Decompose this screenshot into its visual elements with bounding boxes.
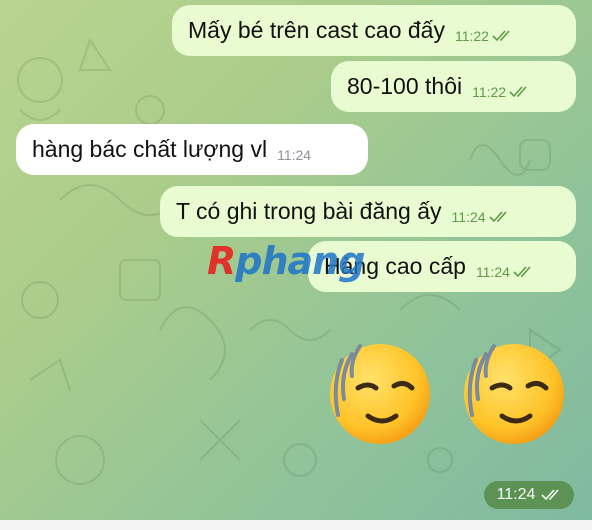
message-time: 11:24: [451, 208, 486, 225]
bottom-divider: [0, 520, 592, 530]
relieved-face-sweat-emoji[interactable]: [322, 338, 434, 448]
double-check-icon: [509, 85, 527, 97]
message-text: T có ghi trong bài đăng ấy: [176, 198, 442, 224]
double-check-icon: [541, 489, 560, 501]
message-bubble-outgoing[interactable]: T có ghi trong bài đăng ấy 11:24: [160, 186, 576, 237]
message-meta: 11:22: [455, 28, 512, 44]
message-meta: 11:22: [472, 84, 529, 100]
message-meta: 11:24: [277, 147, 311, 163]
message-time: 11:22: [454, 27, 489, 44]
message-time: 11:24: [475, 263, 510, 280]
double-check-icon: [488, 210, 507, 222]
message-text: Mấy bé trên cast cao đấy: [188, 17, 445, 43]
watermark-text: phang: [235, 239, 365, 283]
relieved-face-sweat-emoji[interactable]: [456, 338, 568, 448]
message-text: hàng bác chất lượng vl: [32, 136, 268, 162]
message-time: 11:24: [496, 486, 536, 503]
double-check-icon: [513, 265, 531, 277]
message-meta: 11:24: [476, 264, 533, 280]
message-bubble-outgoing[interactable]: 80-100 thôi 11:22: [331, 61, 576, 112]
message-bubble-outgoing[interactable]: Mấy bé trên cast cao đấy 11:22: [172, 5, 576, 56]
message-bubble-incoming[interactable]: hàng bác chất lượng vl 11:24: [16, 124, 368, 175]
double-check-icon: [492, 29, 510, 41]
sticker-time-pill: 11:24: [484, 481, 574, 509]
message-time: 11:24: [277, 146, 312, 163]
site-watermark: Rphang: [207, 239, 365, 283]
message-text: 80-100 thôi: [347, 73, 463, 99]
message-time: 11:22: [472, 83, 507, 100]
watermark-letter: R: [207, 239, 236, 283]
message-meta: 11:24: [452, 209, 509, 225]
